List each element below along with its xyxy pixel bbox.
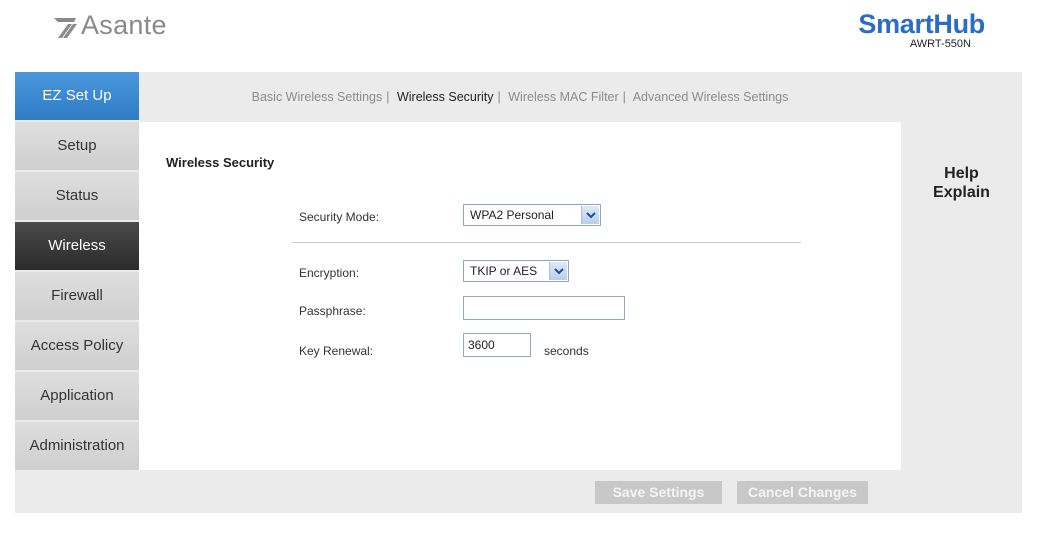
sidebar-item-status[interactable]: Status xyxy=(15,172,139,220)
brand-title: SmartHub xyxy=(858,9,985,39)
security-mode-label: Security Mode: xyxy=(299,210,380,224)
sidebar-nav: EZ Set Up Setup Status Wireless Firewall… xyxy=(15,72,139,472)
key-renewal-label: Key Renewal: xyxy=(299,344,374,358)
chevron-down-icon xyxy=(549,262,567,280)
tab-wireless-mac-filter[interactable]: Wireless MAC Filter xyxy=(508,90,618,104)
subnav-separator: | xyxy=(622,90,626,104)
tab-advanced-wireless-settings[interactable]: Advanced Wireless Settings xyxy=(633,90,789,104)
help-panel: Help Explain xyxy=(901,164,1022,202)
sidebar-item-ez-setup[interactable]: EZ Set Up xyxy=(15,72,139,120)
key-renewal-unit: seconds xyxy=(544,344,589,358)
save-settings-button[interactable]: Save Settings xyxy=(595,481,722,504)
help-title[interactable]: Help xyxy=(901,164,1022,183)
sidebar-item-application[interactable]: Application xyxy=(15,372,139,420)
encryption-value: TKIP or AES xyxy=(470,264,538,278)
passphrase-label: Passphrase: xyxy=(299,304,366,318)
sidebar-item-setup[interactable]: Setup xyxy=(15,122,139,170)
cancel-changes-button[interactable]: Cancel Changes xyxy=(737,481,868,504)
sidebar-item-administration[interactable]: Administration xyxy=(15,422,139,470)
section-title: Wireless Security xyxy=(166,155,275,170)
asante-logo: Asante xyxy=(54,10,167,41)
asante-logo-icon xyxy=(54,17,77,38)
security-mode-select[interactable]: WPA2 Personal xyxy=(463,204,601,226)
security-mode-value: WPA2 Personal xyxy=(470,208,554,222)
form-divider xyxy=(292,242,801,243)
sidebar-item-firewall[interactable]: Firewall xyxy=(15,272,139,320)
encryption-label: Encryption: xyxy=(299,266,360,280)
help-explain[interactable]: Explain xyxy=(901,183,1022,202)
product-brand: SmartHub AWRT-550N xyxy=(858,10,985,50)
subnav-separator: | xyxy=(497,90,501,104)
sidebar-item-access-policy[interactable]: Access Policy xyxy=(15,322,139,370)
passphrase-input[interactable] xyxy=(463,296,625,320)
wireless-subnav: Basic Wireless Settings | Wireless Securi… xyxy=(139,72,901,122)
logo-text: Asante xyxy=(81,10,167,40)
subnav-separator: | xyxy=(386,90,390,104)
chevron-down-icon xyxy=(581,206,599,224)
encryption-select[interactable]: TKIP or AES xyxy=(463,260,569,282)
settings-panel: Wireless Security Security Mode: WPA2 Pe… xyxy=(139,122,901,470)
tab-basic-wireless-settings[interactable]: Basic Wireless Settings xyxy=(252,90,383,104)
sidebar-item-wireless[interactable]: Wireless xyxy=(15,222,139,270)
tab-wireless-security[interactable]: Wireless Security xyxy=(397,90,494,104)
key-renewal-input[interactable]: 3600 xyxy=(463,333,531,357)
brand-model: AWRT-550N xyxy=(909,38,971,50)
